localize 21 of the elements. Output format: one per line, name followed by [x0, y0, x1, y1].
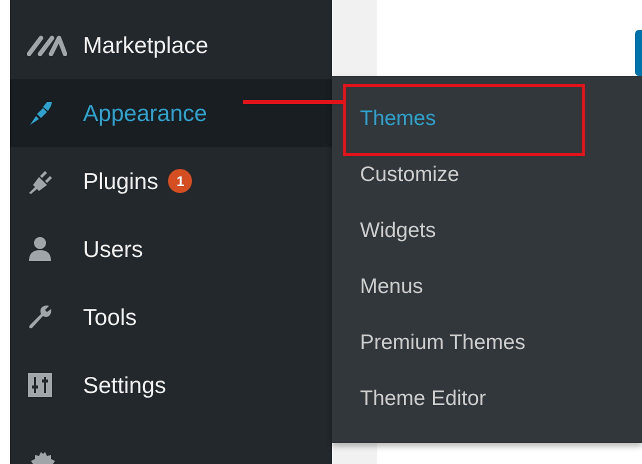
plug-icon [27, 168, 53, 194]
sidebar-item[interactable]: Users [10, 215, 332, 283]
paintbrush-icon [27, 100, 53, 126]
submenu-item[interactable]: Theme Editor [332, 371, 642, 427]
sidebar-item[interactable]: Plugins 1 [10, 147, 332, 215]
sliders-icon [27, 372, 53, 398]
user-icon [27, 236, 53, 262]
sidebar-item[interactable]: Settings [10, 351, 332, 419]
button-edge[interactable] [635, 30, 642, 76]
sidebar-item[interactable]: Marketplace [10, 11, 332, 79]
sidebar-item[interactable]: Appearance [10, 79, 332, 147]
wrench-icon [27, 304, 53, 330]
logo-icon [27, 34, 67, 56]
submenu-item[interactable]: Menus [332, 259, 642, 315]
submenu-item[interactable]: Widgets [332, 203, 642, 259]
submenu-item[interactable]: Premium Themes [332, 315, 642, 371]
submenu-item[interactable]: Customize [332, 147, 642, 203]
gear-icon [31, 452, 55, 464]
update-count-badge: 1 [168, 169, 192, 193]
sidebar-item[interactable]: Tools [10, 283, 332, 351]
submenu-item[interactable]: Themes [332, 91, 642, 147]
